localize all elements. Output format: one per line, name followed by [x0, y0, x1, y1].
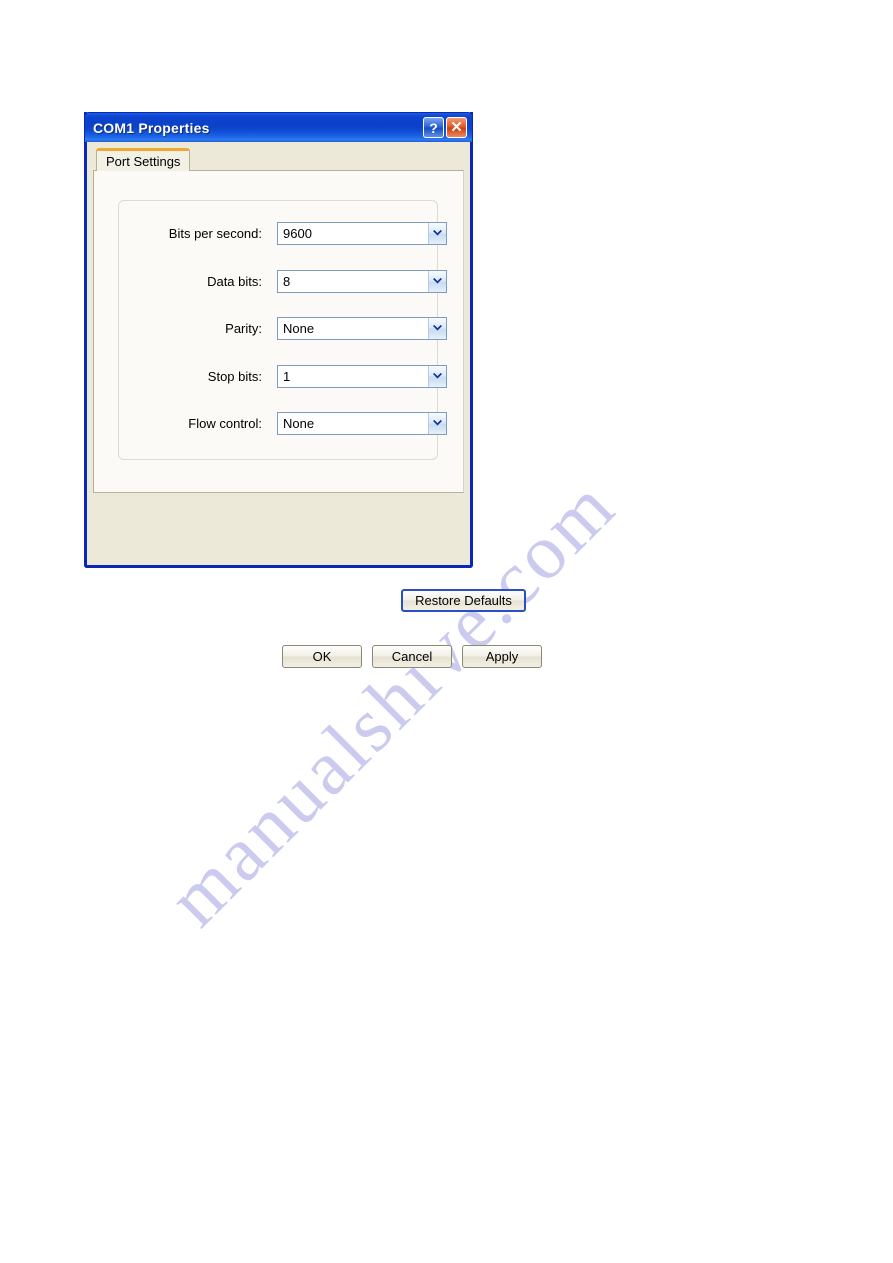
chevron-down-icon[interactable] — [428, 270, 446, 292]
label-data-bits: Data bits: — [207, 273, 262, 289]
help-icon[interactable]: ? — [423, 117, 444, 138]
restore-defaults-label: Restore Defaults — [415, 593, 512, 608]
combo-flow-control-value: None — [283, 415, 315, 431]
restore-defaults-button[interactable]: Restore Defaults — [401, 589, 526, 612]
field-flow-control: Flow control: None — [119, 411, 447, 435]
cancel-button[interactable]: Cancel — [372, 645, 452, 668]
close-glyph: ✕ — [450, 119, 463, 136]
combo-bits-per-second-value: 9600 — [283, 225, 312, 241]
field-parity: Parity: None — [119, 316, 447, 340]
com1-properties-dialog: COM1 Properties ? ✕ Port Settings Bits p… — [84, 112, 542, 668]
label-stop-bits: Stop bits: — [207, 368, 262, 384]
combo-parity-value: None — [283, 320, 315, 336]
combo-stop-bits-value: 1 — [283, 368, 291, 384]
apply-label: Apply — [485, 649, 519, 664]
chevron-down-icon[interactable] — [428, 365, 446, 387]
titlebar-buttons: ? ✕ — [423, 117, 472, 138]
chevron-down-icon[interactable] — [428, 317, 446, 339]
tab-strip: Port Settings — [87, 148, 470, 171]
cancel-label: Cancel — [391, 649, 433, 664]
label-flow-control: Flow control: — [188, 415, 262, 431]
apply-button[interactable]: Apply — [462, 645, 542, 668]
combo-bits-per-second[interactable]: 9600 — [277, 221, 447, 245]
ok-button[interactable]: OK — [282, 645, 362, 668]
tab-label: Port Settings — [106, 153, 181, 169]
close-icon[interactable]: ✕ — [446, 117, 467, 138]
label-parity: Parity: — [225, 320, 262, 336]
label-bits-per-second: Bits per second: — [168, 225, 262, 241]
help-glyph: ? — [429, 119, 438, 136]
combo-parity[interactable]: None — [277, 316, 447, 340]
chevron-down-icon[interactable] — [428, 222, 446, 244]
chevron-down-icon[interactable] — [428, 412, 446, 434]
field-bits-per-second: Bits per second: 9600 — [119, 221, 447, 245]
dialog-title: COM1 Properties — [93, 119, 210, 136]
dialog-titlebar[interactable]: COM1 Properties ? ✕ — [84, 112, 473, 142]
ok-label: OK — [312, 649, 332, 664]
field-data-bits: Data bits: 8 — [119, 269, 447, 293]
combo-stop-bits[interactable]: 1 — [277, 364, 447, 388]
field-stop-bits: Stop bits: 1 — [119, 364, 447, 388]
combo-data-bits-value: 8 — [283, 273, 291, 289]
port-settings-panel: Bits per second: 9600 Data bits: 8 Parit… — [93, 170, 464, 493]
tab-port-settings[interactable]: Port Settings — [96, 148, 191, 171]
settings-groupbox: Bits per second: 9600 Data bits: 8 Parit… — [118, 200, 447, 460]
combo-flow-control[interactable]: None — [277, 411, 447, 435]
combo-data-bits[interactable]: 8 — [277, 269, 447, 293]
